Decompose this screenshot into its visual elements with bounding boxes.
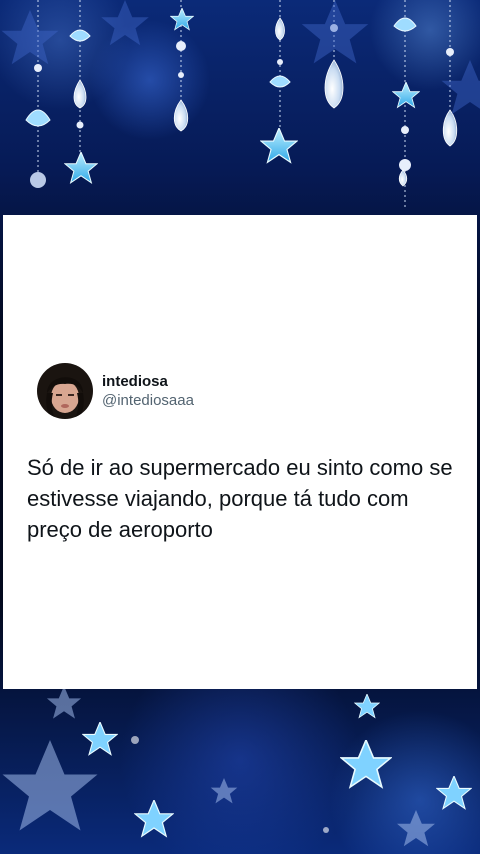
- tweet-card: intediosa @intediosaaa Só de ir ao super…: [3, 215, 477, 689]
- profile-photo-icon: [37, 363, 93, 419]
- tweet-author: intediosa @intediosaaa: [37, 363, 194, 419]
- author-display-name[interactable]: intediosa: [102, 372, 194, 391]
- author-names: intediosa @intediosaaa: [102, 372, 194, 410]
- tweet-text: Só de ir ao supermercado eu sinto como s…: [27, 455, 453, 542]
- avatar[interactable]: [37, 363, 93, 419]
- author-handle[interactable]: @intediosaaa: [102, 391, 194, 410]
